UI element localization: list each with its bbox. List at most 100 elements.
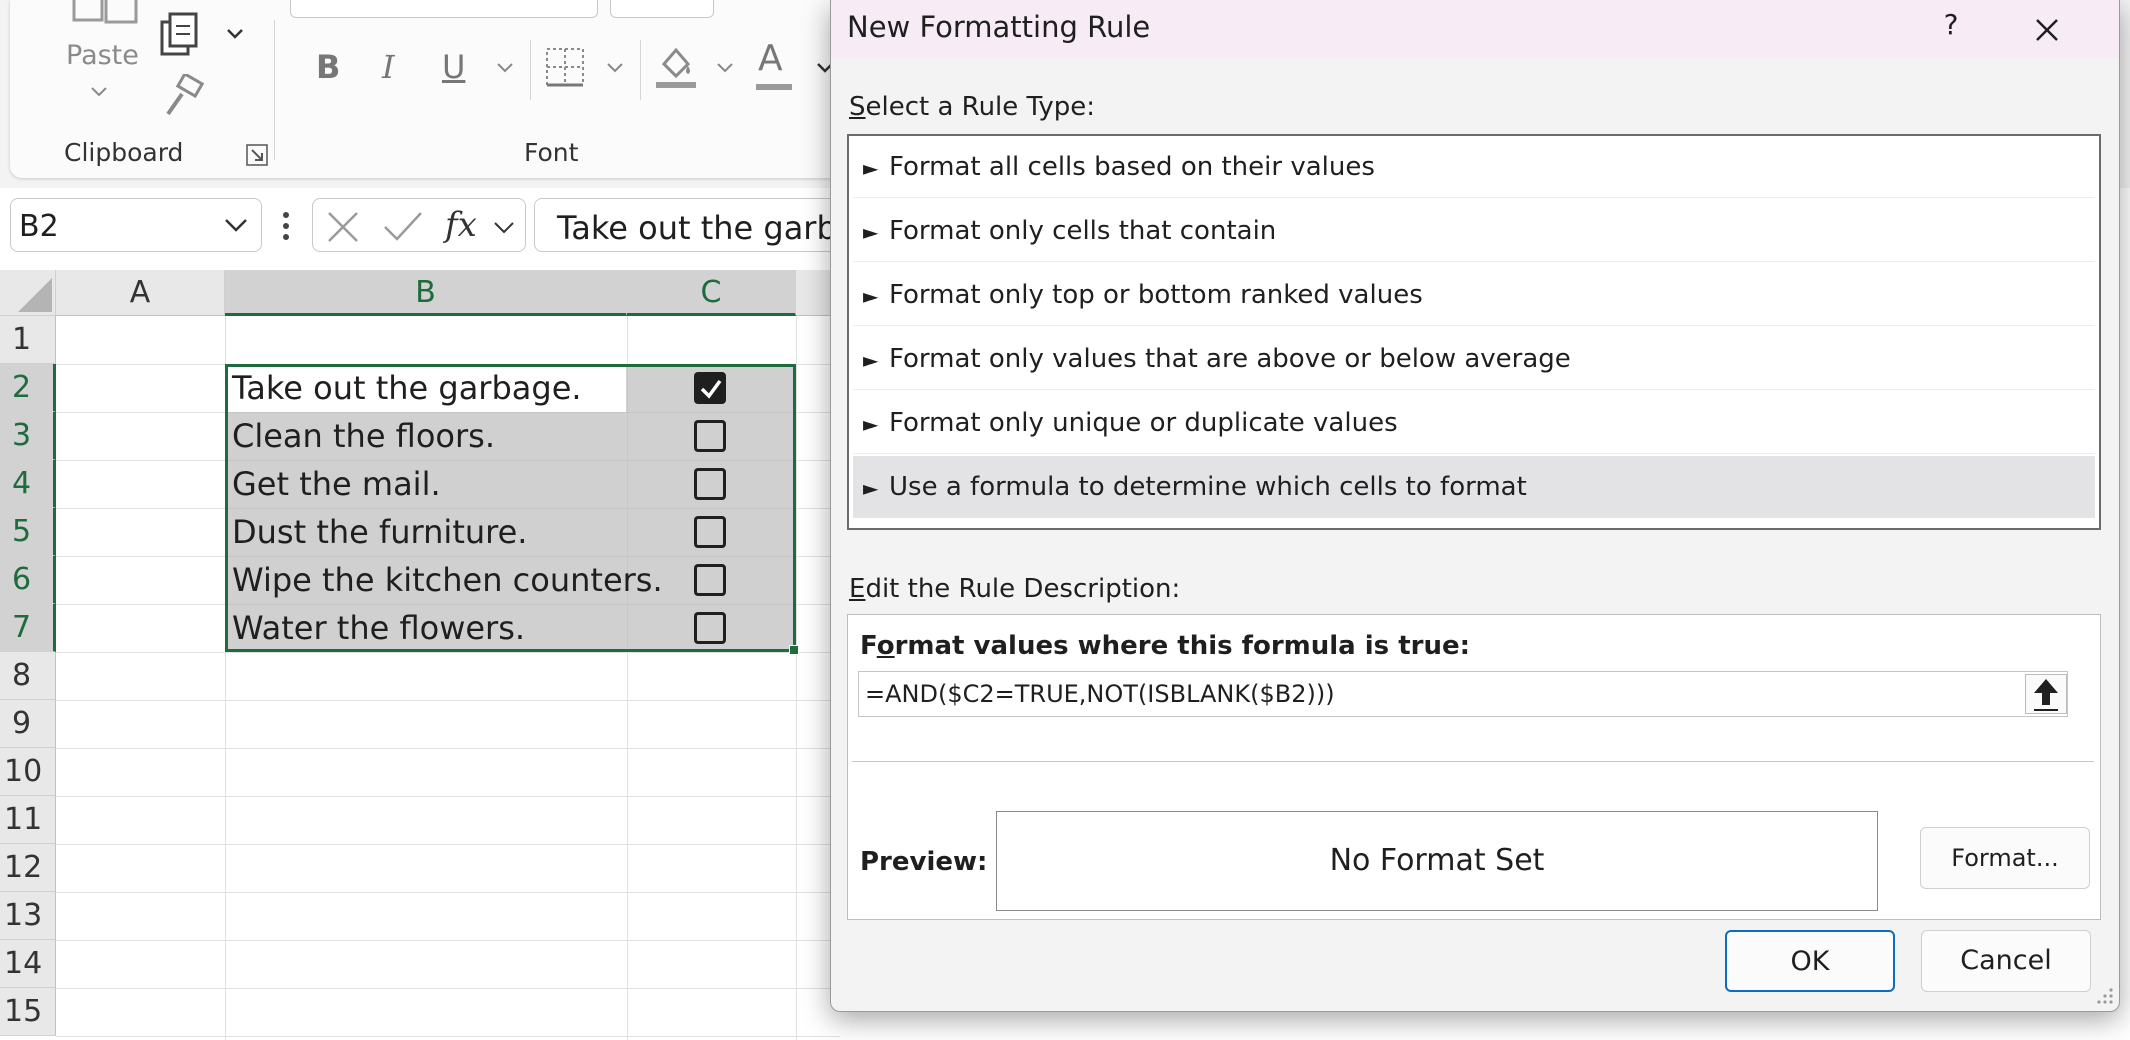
- select-all-corner[interactable]: [0, 270, 56, 316]
- gridline: [56, 940, 840, 941]
- close-icon[interactable]: [2027, 10, 2067, 50]
- formula-input-value: Take out the garbage.: [557, 209, 834, 247]
- row-header-1[interactable]: 1: [0, 316, 56, 364]
- name-box[interactable]: B2: [10, 198, 262, 252]
- rule-type-text: Format only values that are above or bel…: [889, 344, 1571, 374]
- gridline: [56, 748, 840, 749]
- row-header-5[interactable]: 5: [0, 508, 56, 556]
- ok-button[interactable]: OK: [1725, 930, 1895, 992]
- collapse-dialog-button[interactable]: [2025, 674, 2067, 714]
- format-painter-icon[interactable]: [160, 74, 206, 118]
- italic-button[interactable]: I: [382, 48, 395, 86]
- checkbox-c4[interactable]: [694, 468, 726, 500]
- rule-arrow-icon: ►: [863, 412, 879, 436]
- font-color-button[interactable]: A: [758, 38, 783, 79]
- row-header-2[interactable]: 2: [0, 364, 56, 412]
- rule-type-item-selected[interactable]: ► Use a formula to determine which cells …: [853, 456, 2095, 518]
- checkbox-c7[interactable]: [694, 612, 726, 644]
- rule-type-item[interactable]: ► Format only top or bottom ranked values: [853, 264, 2095, 326]
- rule-description-label: Edit the Rule Description:: [849, 574, 1180, 604]
- paste-button-label[interactable]: Paste: [66, 40, 139, 71]
- preview-label: Preview:: [860, 847, 988, 877]
- row-header-7[interactable]: 7: [0, 604, 56, 652]
- fx-chevron-icon[interactable]: [493, 221, 515, 235]
- row-header-11[interactable]: 11: [0, 796, 56, 844]
- paste-icon[interactable]: [70, 0, 144, 28]
- worksheet-grid[interactable]: A B C 1 2 3 4 5 6 7 8 9 10 11 12 13 14 1…: [0, 270, 840, 1040]
- rule-type-list[interactable]: ► Format all cells based on their values …: [847, 134, 2101, 530]
- borders-dropdown-chevron-icon[interactable]: [606, 62, 624, 74]
- underline-button[interactable]: U: [442, 48, 465, 86]
- cell-b3[interactable]: Clean the floors.: [232, 412, 495, 460]
- formula-bar-controls: fx: [312, 198, 526, 252]
- paste-dropdown-chevron-icon[interactable]: [90, 86, 108, 98]
- fill-color-dropdown-chevron-icon[interactable]: [716, 62, 734, 74]
- formula-heading-f: F: [860, 631, 877, 661]
- ribbon-separator: [530, 40, 531, 100]
- rule-type-label-text: elect a Rule Type:: [865, 92, 1096, 122]
- fill-handle[interactable]: [789, 645, 799, 655]
- formula-heading-accesskey: o: [876, 631, 895, 661]
- gridline: [56, 844, 840, 845]
- rule-arrow-icon: ►: [863, 476, 879, 500]
- rule-type-item[interactable]: ► Format only unique or duplicate values: [853, 392, 2095, 454]
- clipboard-dialog-launcher-icon[interactable]: [246, 144, 268, 166]
- fill-color-icon[interactable]: [654, 42, 698, 90]
- row-header-10[interactable]: 10: [0, 748, 56, 796]
- more-options-icon[interactable]: [280, 210, 292, 242]
- checkbox-c2[interactable]: [694, 372, 726, 404]
- row-header-13[interactable]: 13: [0, 892, 56, 940]
- rule-formula-input[interactable]: =AND($C2=TRUE,NOT(ISBLANK($B2))): [858, 671, 2068, 717]
- checkbox-c6[interactable]: [694, 564, 726, 596]
- help-button[interactable]: ?: [1931, 8, 1971, 41]
- preview-box: No Format Set: [996, 811, 1878, 911]
- name-box-chevron-icon[interactable]: [223, 217, 249, 233]
- confirm-entry-icon[interactable]: [383, 211, 423, 243]
- rule-type-label: Select a Rule Type:: [849, 92, 1095, 122]
- bold-button[interactable]: B: [316, 48, 340, 86]
- row-header-8[interactable]: 8: [0, 652, 56, 700]
- row-header-15[interactable]: 15: [0, 988, 56, 1036]
- insert-function-button[interactable]: fx: [445, 205, 477, 245]
- checkbox-c5[interactable]: [694, 516, 726, 548]
- rule-formula-value: =AND($C2=TRUE,NOT(ISBLANK($B2))): [865, 680, 1335, 708]
- row-header-4[interactable]: 4: [0, 460, 56, 508]
- rule-type-item[interactable]: ► Format only cells that contain: [853, 200, 2095, 262]
- column-header-b[interactable]: B: [225, 270, 627, 316]
- gridline: [56, 988, 840, 989]
- rule-description-accesskey: E: [849, 574, 866, 604]
- row-header-14[interactable]: 14: [0, 940, 56, 988]
- font-size-combobox[interactable]: [610, 0, 714, 18]
- formula-input[interactable]: Take out the garbage.: [534, 198, 834, 252]
- rule-type-text: Format only top or bottom ranked values: [889, 280, 1423, 310]
- cell-b4[interactable]: Get the mail.: [232, 460, 441, 508]
- row-header-3[interactable]: 3: [0, 412, 56, 460]
- rule-type-item[interactable]: ► Format all cells based on their values: [853, 136, 2095, 198]
- copy-icon[interactable]: [158, 12, 204, 58]
- row-header-9[interactable]: 9: [0, 700, 56, 748]
- cell-b2[interactable]: Take out the garbage.: [232, 364, 582, 412]
- cell-b5[interactable]: Dust the furniture.: [232, 508, 527, 556]
- resize-grip-icon[interactable]: [2095, 986, 2115, 1006]
- rule-type-text: Format all cells based on their values: [889, 152, 1375, 182]
- cancel-button[interactable]: Cancel: [1921, 930, 2091, 992]
- cell-b6[interactable]: Wipe the kitchen counters.: [232, 556, 663, 604]
- rule-type-label-accesskey: S: [849, 92, 866, 122]
- row-header-6[interactable]: 6: [0, 556, 56, 604]
- up-arrow-icon: [2034, 679, 2058, 711]
- dialog-title-bar[interactable]: New Formatting Rule ?: [831, 0, 2119, 58]
- copy-dropdown-chevron-icon[interactable]: [226, 28, 244, 40]
- ribbon-separator: [640, 40, 641, 100]
- format-button[interactable]: Format...: [1920, 827, 2090, 889]
- column-header-a[interactable]: A: [56, 270, 225, 316]
- rule-type-item[interactable]: ► Format only values that are above or be…: [853, 328, 2095, 390]
- row-header-12[interactable]: 12: [0, 844, 56, 892]
- underline-dropdown-chevron-icon[interactable]: [496, 62, 514, 74]
- font-group-label: Font: [524, 138, 579, 167]
- font-name-combobox[interactable]: [290, 0, 598, 18]
- cancel-entry-icon[interactable]: [327, 211, 359, 243]
- checkbox-c3[interactable]: [694, 420, 726, 452]
- column-header-c[interactable]: C: [627, 270, 796, 316]
- cell-b7[interactable]: Water the flowers.: [232, 604, 525, 652]
- borders-icon[interactable]: [544, 46, 586, 88]
